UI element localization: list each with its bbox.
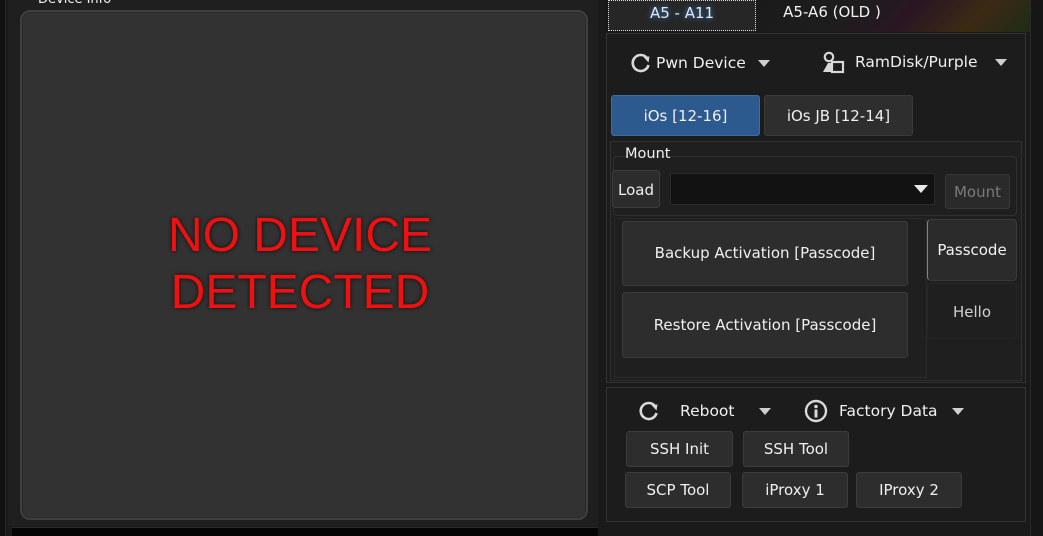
ssh-tool-button[interactable]: SSH Tool <box>743 431 849 467</box>
device-status-line2: DETECTED <box>170 266 430 319</box>
chevron-down-icon <box>758 407 771 415</box>
tab-a5-a11[interactable]: A5 - A11 <box>608 0 756 31</box>
tab-hello[interactable]: Hello <box>927 283 1017 339</box>
factory-data-label: Factory Data <box>839 402 938 420</box>
chevron-down-icon <box>914 185 928 193</box>
restore-activation-button[interactable]: Restore Activation [Passcode] <box>622 292 908 358</box>
pwn-device-label: Pwn Device <box>656 54 746 72</box>
window-right-edge <box>1030 0 1043 536</box>
tab-a5-a6-old[interactable]: A5-A6 (OLD ) <box>762 0 902 31</box>
ssh-init-button[interactable]: SSH Init <box>626 431 733 467</box>
refresh-icon <box>639 401 658 421</box>
device-status-text: NO DEVICE DETECTED <box>140 207 460 321</box>
reboot-label: Reboot <box>680 402 735 420</box>
ramdisk-label: RamDisk/Purple <box>855 53 978 71</box>
refresh-icon <box>631 53 650 73</box>
backup-activation-button[interactable]: Backup Activation [Passcode] <box>622 221 908 286</box>
window-left-edge <box>0 0 6 536</box>
chevron-down-icon <box>757 59 770 67</box>
chevron-down-icon <box>951 407 964 415</box>
mount-combo-select[interactable] <box>670 173 935 205</box>
user-box-icon <box>823 51 845 74</box>
tab-passcode[interactable]: Passcode <box>927 219 1017 281</box>
tab-ios-12-16[interactable]: iOs [12-16] <box>611 95 760 136</box>
load-button[interactable]: Load <box>612 170 660 208</box>
factory-data-dropdown[interactable]: Factory Data <box>804 399 964 423</box>
info-circle-icon <box>804 399 828 423</box>
device-status-line1: NO DEVICE <box>167 209 433 262</box>
scp-tool-button[interactable]: SCP Tool <box>625 472 731 508</box>
mount-group-title: Mount <box>625 146 671 162</box>
iproxy-1-button[interactable]: iProxy 1 <box>742 472 848 508</box>
pwn-device-dropdown[interactable]: Pwn Device <box>630 52 770 74</box>
device-info-title: Device Info <box>38 0 111 7</box>
mount-button[interactable]: Mount <box>945 174 1010 209</box>
iproxy-2-button[interactable]: IProxy 2 <box>856 472 962 508</box>
tab-ios-jb-12-14[interactable]: iOs JB [12-14] <box>764 95 913 136</box>
reboot-dropdown[interactable]: Reboot <box>638 400 771 422</box>
chevron-down-icon <box>994 58 1007 66</box>
ramdisk-dropdown[interactable]: RamDisk/Purple <box>821 50 1007 74</box>
